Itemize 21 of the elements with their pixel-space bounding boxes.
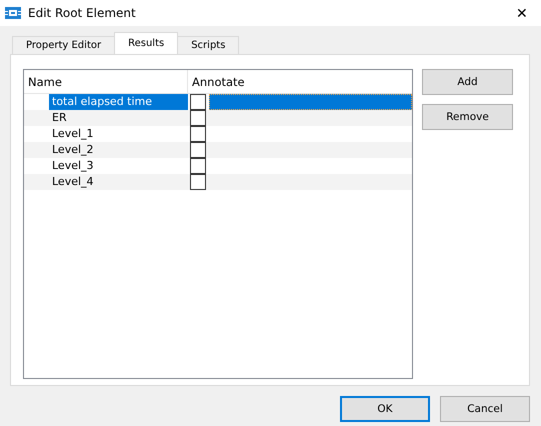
checkbox[interactable] <box>190 142 206 158</box>
name-cell[interactable]: Level_3 <box>49 158 188 174</box>
dialog-button[interactable]: Cancel <box>440 396 530 422</box>
name-cell[interactable]: Level_1 <box>49 126 188 142</box>
checkbox[interactable] <box>190 174 206 190</box>
dialog-button[interactable]: OK <box>340 396 430 422</box>
side-button[interactable]: Add <box>422 69 513 95</box>
window-title: Edit Root Element <box>28 6 137 20</box>
tab[interactable]: Property Editor <box>12 36 116 54</box>
close-button[interactable]: ✕ <box>507 0 537 26</box>
name-cell[interactable]: total elapsed time <box>49 94 188 110</box>
checkbox[interactable] <box>190 158 206 174</box>
app-icon <box>5 5 21 21</box>
column-header: Annotate <box>191 74 246 90</box>
checkbox[interactable] <box>190 126 206 142</box>
tab[interactable]: Scripts <box>177 36 240 54</box>
tab[interactable]: Results <box>114 32 178 54</box>
checkbox[interactable] <box>190 94 206 110</box>
side-button[interactable]: Remove <box>422 104 513 130</box>
checkbox[interactable] <box>190 110 206 126</box>
column-header: Name <box>24 70 188 93</box>
